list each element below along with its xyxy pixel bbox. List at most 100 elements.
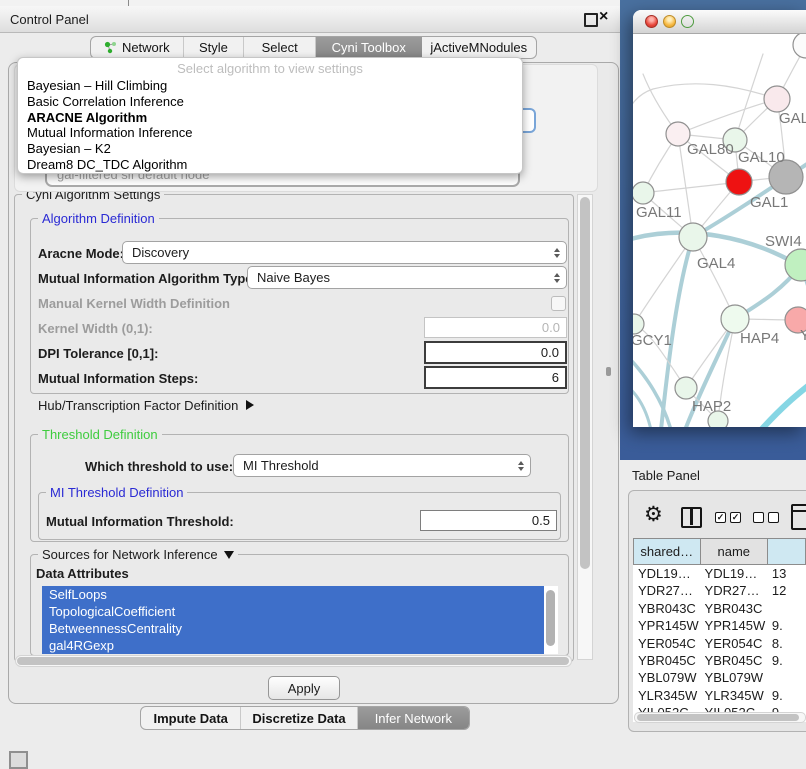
table-cell[interactable]: YER054C — [700, 635, 767, 652]
mi-algorithm-type-combo[interactable]: Naive Bayes — [247, 266, 567, 289]
settings-vscrollbar-thumb[interactable] — [580, 197, 590, 569]
settings-hscrollbar-thumb[interactable] — [17, 657, 569, 665]
table-row[interactable]: YBL079WYBL079W — [633, 669, 806, 686]
attribute-list-item[interactable]: SelfLoops — [42, 586, 544, 603]
tab-network[interactable]: Network — [91, 37, 183, 58]
network-edge — [643, 182, 739, 193]
panel-title: Control Panel — [10, 12, 89, 27]
network-canvas[interactable]: GALGAL80GAL10GAL1GAL11GAL4SWI4GCY1HAP4YH… — [633, 34, 806, 427]
table-cell[interactable]: 8. — [767, 635, 806, 652]
table-row[interactable]: YDL19…YDL19…13 — [633, 565, 806, 582]
hub-definition-toggle[interactable]: Hub/Transcription Factor Definition — [38, 398, 254, 413]
table-row[interactable]: YBR043CYBR043C — [633, 600, 806, 617]
network-node[interactable] — [721, 305, 749, 333]
table-hscrollbar-thumb[interactable] — [637, 714, 799, 721]
table-cell[interactable]: YBR043C — [633, 600, 700, 617]
table-cell[interactable]: 12 — [767, 582, 806, 599]
network-node[interactable] — [785, 249, 806, 281]
attribute-list-item[interactable]: TopologicalCoefficient — [42, 603, 544, 620]
zoom-traffic-light[interactable] — [681, 15, 694, 28]
table-cell[interactable]: YBR045C — [633, 652, 700, 669]
table-partial-icon[interactable] — [791, 504, 806, 530]
mi-steps-input[interactable]: 6 — [424, 366, 567, 389]
table-cell[interactable]: YBR045C — [700, 652, 767, 669]
network-node[interactable] — [633, 314, 644, 334]
focused-combo-fragment — [522, 108, 536, 133]
mi-threshold-input[interactable]: 0.5 — [420, 510, 557, 531]
attribute-list-item[interactable]: gal4RGexp — [42, 637, 544, 654]
algorithm-option[interactable]: Bayesian – K2 — [18, 141, 522, 157]
table-cell[interactable]: YBL079W — [633, 669, 700, 686]
table-cell[interactable]: YDL19… — [700, 565, 767, 582]
tab-style[interactable]: Style — [183, 37, 244, 58]
table-row[interactable]: YBR045CYBR045C9. — [633, 652, 806, 669]
table-row[interactable]: YDR27…YDR27…12 — [633, 582, 806, 599]
minimize-traffic-light[interactable] — [663, 15, 676, 28]
gear-icon[interactable]: ⚙ — [644, 502, 663, 527]
data-attributes-label: Data Attributes — [36, 566, 129, 581]
network-window-titlebar[interactable] — [633, 10, 806, 34]
expanded-arrow-icon[interactable] — [224, 551, 234, 559]
attribute-list-item[interactable]: BetweennessCentrality — [42, 620, 544, 637]
column-header[interactable] — [767, 538, 806, 565]
which-threshold-combo[interactable]: MI Threshold — [233, 454, 531, 477]
network-node[interactable] — [793, 34, 806, 58]
table-row[interactable]: YPR145WYPR145W9. — [633, 617, 806, 634]
algorithm-option[interactable]: ARACNE Algorithm — [18, 110, 522, 126]
table-cell[interactable]: YLR345W — [700, 687, 767, 704]
table-cell[interactable]: YER054C — [633, 635, 700, 652]
algorithm-option[interactable]: Dream8 DC_TDC Algorithm — [18, 157, 522, 173]
column-header[interactable]: name — [700, 538, 767, 565]
close-icon[interactable]: × — [599, 8, 608, 26]
tab-cyni-toolbox[interactable]: Cyni Toolbox — [315, 37, 422, 58]
network-node[interactable] — [764, 86, 790, 112]
network-node[interactable] — [675, 377, 697, 399]
table-cell[interactable]: 9. — [767, 617, 806, 634]
stepper-arrows-icon — [518, 461, 524, 471]
dpi-tolerance-input[interactable]: 0.0 — [424, 341, 567, 364]
panel-splitter-handle[interactable] — [606, 367, 611, 376]
table-cell[interactable]: 13 — [767, 565, 806, 582]
columns-icon[interactable] — [681, 507, 702, 528]
network-node[interactable] — [679, 223, 707, 251]
unchecked-checkboxes-icon[interactable] — [753, 512, 779, 523]
table-cell[interactable]: 9. — [767, 652, 806, 669]
table-cell[interactable]: 9. — [767, 687, 806, 704]
tab-jactivemnodules[interactable]: jActiveMNodules — [422, 37, 536, 58]
table-cell[interactable]: YBL079W — [700, 669, 767, 686]
tab-infer-network[interactable]: Infer Network — [357, 707, 469, 729]
network-node[interactable] — [726, 169, 752, 195]
algorithm-option[interactable]: Bayesian – Hill Climbing — [18, 78, 522, 94]
table-cell[interactable]: YDR27… — [700, 582, 767, 599]
table-cell[interactable]: YPR145W — [633, 617, 700, 634]
group-title: Algorithm Definition — [38, 211, 159, 226]
algorithm-option[interactable]: Basic Correlation Inference — [18, 94, 522, 110]
network-node[interactable] — [633, 182, 654, 204]
node-table: shared…name YDL19…YDL19…13YDR27…YDR27…12… — [633, 538, 806, 722]
table-cell[interactable] — [767, 669, 806, 686]
algorithm-option[interactable]: Mutual Information Inference — [18, 125, 522, 141]
table-cell[interactable]: YBR043C — [700, 600, 767, 617]
tab-impute-data[interactable]: Impute Data — [141, 707, 240, 729]
tab-discretize-data[interactable]: Discretize Data — [240, 707, 356, 729]
apply-button[interactable]: Apply — [268, 676, 340, 700]
kernel-width-input[interactable]: 0.0 — [424, 317, 567, 338]
table-cell[interactable]: YPR145W — [700, 617, 767, 634]
table-cell[interactable] — [767, 600, 806, 617]
table-header-row: shared…name — [633, 538, 806, 565]
table-row[interactable]: YLR345WYLR345W9. — [633, 687, 806, 704]
manual-kernel-width-checkbox[interactable] — [551, 296, 566, 311]
table-row[interactable]: YER054CYER054C8. — [633, 635, 806, 652]
aracne-mode-combo[interactable]: Discovery — [122, 241, 567, 264]
table-cell[interactable]: YDR27… — [633, 582, 700, 599]
table-cell[interactable]: YLR345W — [633, 687, 700, 704]
list-scrollbar-thumb[interactable] — [546, 590, 555, 646]
float-window-icon[interactable] — [584, 13, 598, 27]
checked-checkboxes-icon[interactable]: ✓✓ — [715, 512, 741, 523]
tab-select[interactable]: Select — [243, 37, 315, 58]
column-header[interactable]: shared… — [633, 538, 700, 565]
node-label: GAL4 — [697, 255, 735, 272]
network-icon — [104, 41, 117, 54]
table-cell[interactable]: YDL19… — [633, 565, 700, 582]
close-traffic-light[interactable] — [645, 15, 658, 28]
